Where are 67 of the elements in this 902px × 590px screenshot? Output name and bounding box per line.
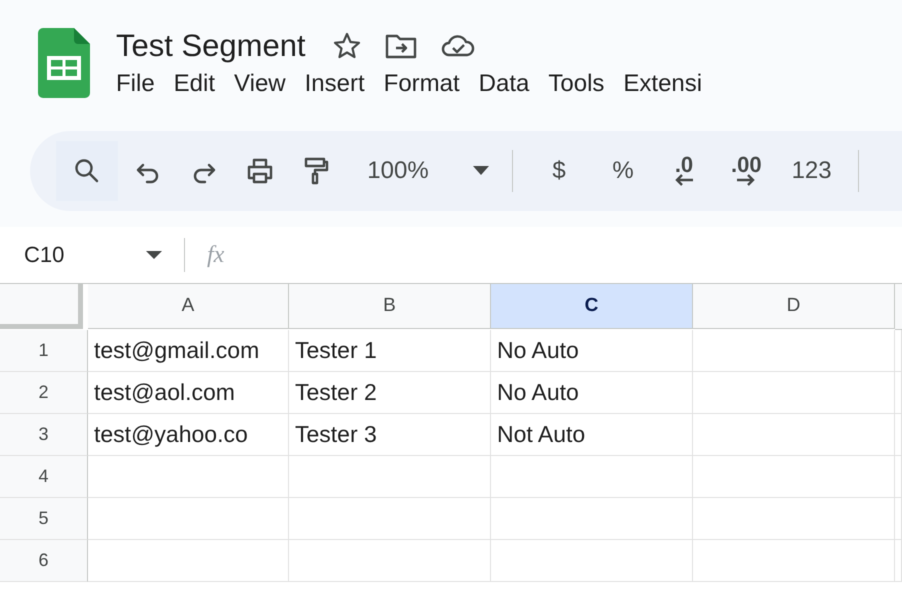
search-button[interactable] <box>56 141 118 201</box>
table-cell[interactable] <box>895 414 902 456</box>
spreadsheet-logo-icon[interactable] <box>38 28 90 98</box>
table-cell[interactable] <box>693 330 895 372</box>
caret-icon <box>146 250 162 260</box>
menu-item[interactable]: View <box>228 70 293 98</box>
column-header[interactable]: A <box>88 284 289 329</box>
table-cell[interactable] <box>289 540 491 582</box>
menu-item[interactable]: Extensi <box>617 70 710 98</box>
table-cell[interactable] <box>693 372 895 414</box>
row-header[interactable]: 4 <box>0 456 88 498</box>
row-header[interactable]: 5 <box>0 498 88 540</box>
table-cell[interactable]: test@aol.com <box>88 372 289 414</box>
row-header[interactable]: 1 <box>0 330 88 372</box>
table-cell[interactable]: Tester 1 <box>289 330 491 372</box>
format-button[interactable]: % <box>593 141 653 201</box>
table-cell[interactable] <box>895 456 902 498</box>
menu-item[interactable]: File <box>110 70 162 98</box>
zoom-dropdown[interactable]: 100% <box>346 141 496 201</box>
table-cell[interactable]: No Auto <box>491 372 693 414</box>
table-cell[interactable] <box>895 330 902 372</box>
table-cell[interactable] <box>88 456 289 498</box>
menu-item[interactable]: Insert <box>298 70 372 98</box>
column-header[interactable]: C <box>491 284 693 329</box>
table-cell[interactable] <box>895 540 902 582</box>
caret-icon <box>472 166 489 176</box>
table-cell[interactable] <box>693 498 895 540</box>
format-button[interactable]: $ <box>529 141 589 201</box>
row-header[interactable]: 2 <box>0 372 88 414</box>
table-cell[interactable]: test@gmail.com <box>88 330 289 372</box>
increase-decimal-button[interactable]: .00 <box>721 141 772 201</box>
formula-label: fx <box>184 238 224 272</box>
table-cell[interactable]: Tester 2 <box>289 372 491 414</box>
row-header[interactable]: 3 <box>0 414 88 456</box>
column-header[interactable] <box>895 284 902 330</box>
table-cell[interactable] <box>491 456 693 498</box>
left-arrow-icon <box>673 174 695 186</box>
table-cell[interactable] <box>491 498 693 540</box>
format-button[interactable]: 123 <box>782 141 842 201</box>
table-cell[interactable] <box>289 498 491 540</box>
table-cell[interactable]: No Auto <box>491 330 693 372</box>
table-cell[interactable] <box>693 414 895 456</box>
menu-item[interactable]: Data <box>472 70 536 98</box>
right-arrow-icon <box>735 174 758 186</box>
row-header[interactable]: 6 <box>0 540 88 582</box>
table-cell[interactable]: Tester 3 <box>289 414 491 456</box>
table-cell[interactable] <box>895 372 902 414</box>
table-cell[interactable]: test@yahoo.co <box>88 414 289 456</box>
table-cell[interactable] <box>88 540 289 582</box>
decrease-decimal-button[interactable]: .0 <box>663 141 705 201</box>
menu-item[interactable]: Edit <box>168 70 222 98</box>
table-cell[interactable] <box>895 498 902 540</box>
printer-icon <box>245 156 275 186</box>
star-icon[interactable] <box>332 31 362 61</box>
table-cell[interactable] <box>289 456 491 498</box>
document-title[interactable]: Test Segment <box>116 28 306 64</box>
table-cell[interactable]: Not Auto <box>491 414 693 456</box>
table-cell[interactable] <box>693 540 895 582</box>
table-cell[interactable] <box>491 540 693 582</box>
column-header[interactable]: D <box>693 284 895 329</box>
column-header[interactable]: B <box>289 284 491 329</box>
menu-item[interactable]: Format <box>378 70 467 98</box>
select-all-corner[interactable] <box>0 284 83 329</box>
table-cell[interactable] <box>693 456 895 498</box>
table-cell[interactable] <box>88 498 289 540</box>
name-box[interactable]: C10 <box>0 242 184 268</box>
menu-item[interactable]: Tools <box>542 70 612 98</box>
